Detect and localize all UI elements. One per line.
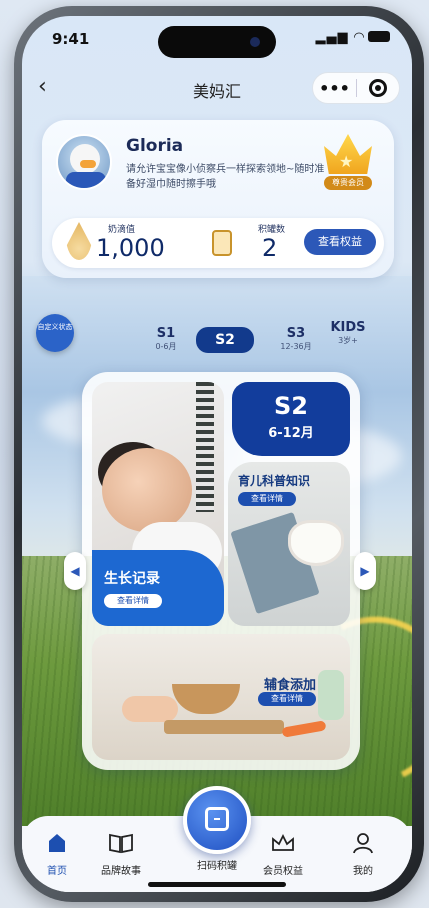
stage-tab-s3[interactable]: S3 12-36月 bbox=[272, 326, 320, 352]
stage-content-panel: 生长记录 查看详情 S2 6-12月 育儿科普知识 查看详情 辅食添加 查看详情 bbox=[82, 372, 360, 770]
food-title: 辅食添加 bbox=[263, 678, 316, 693]
nav-bar: ‹ 美妈汇 ••• bbox=[22, 68, 412, 112]
more-icon[interactable]: ••• bbox=[313, 79, 356, 98]
science-title: 育儿科普知识 bbox=[238, 474, 311, 488]
signal-wifi-battery-icon: ▂▄▆ ◠ bbox=[315, 30, 390, 45]
status-bar: 9:41 ▂▄▆ ◠ bbox=[22, 16, 412, 60]
stage-label-tile: S2 6-12月 bbox=[232, 382, 350, 456]
next-arrow-icon[interactable]: ▶ bbox=[354, 552, 376, 590]
prev-arrow-icon[interactable]: ◀ bbox=[64, 552, 86, 590]
scan-icon bbox=[205, 807, 229, 831]
stage-tab-s1[interactable]: S1 0-6月 bbox=[148, 326, 184, 352]
parenting-science-tile[interactable]: 育儿科普知识 查看详情 bbox=[228, 462, 350, 626]
book-icon bbox=[86, 832, 156, 856]
can-icon bbox=[212, 230, 232, 256]
tab-mine[interactable]: 我的 bbox=[328, 832, 398, 877]
user-icon bbox=[328, 832, 398, 856]
cans-value: 2 bbox=[262, 234, 278, 262]
growth-record-title: 生长记录 bbox=[104, 571, 160, 587]
scan-button[interactable] bbox=[183, 786, 251, 854]
view-benefits-button[interactable]: 查看权益 bbox=[304, 229, 376, 255]
dynamic-island bbox=[158, 26, 276, 58]
complementary-food-tile[interactable]: 辅食添加 查看详情 bbox=[92, 634, 350, 760]
member-badge: 尊贵会员 bbox=[324, 176, 372, 190]
milk-value: 1,000 bbox=[96, 234, 165, 262]
home-icon bbox=[22, 832, 92, 856]
status-time: 9:41 bbox=[52, 30, 90, 48]
milk-drop-icon bbox=[66, 222, 92, 260]
tab-home[interactable]: 首页 bbox=[22, 832, 92, 877]
stage-tab-s2[interactable]: S2 bbox=[196, 327, 254, 353]
avatar[interactable] bbox=[56, 134, 112, 190]
close-target-icon[interactable] bbox=[357, 79, 399, 97]
custom-status-button[interactable]: 自定义状态 bbox=[36, 314, 74, 352]
points-bar: 奶滴值 1,000 积罐数 2 查看权益 bbox=[52, 218, 384, 268]
app-screen: 9:41 ▂▄▆ ◠ ‹ 美妈汇 ••• Gloria 请允许宝宝像小侦察兵一样… bbox=[22, 16, 412, 892]
stage-tab-kids[interactable]: KIDS 3岁+ bbox=[328, 320, 368, 346]
stage-range-label: 6-12月 bbox=[268, 426, 314, 441]
crown-outline-icon bbox=[248, 832, 318, 856]
crown-icon[interactable]: ★ 尊贵会员 bbox=[320, 128, 376, 190]
miniapp-capsule: ••• bbox=[312, 72, 400, 104]
profile-card: Gloria 请允许宝宝像小侦察兵一样探索领地~随时准备好湿巾随时擦手哦 ★ 尊… bbox=[42, 120, 394, 278]
food-details-button[interactable]: 查看详情 bbox=[258, 692, 316, 706]
profile-slogan: 请允许宝宝像小侦察兵一样探索领地~随时准备好湿巾随时擦手哦 bbox=[126, 164, 325, 190]
growth-record-tile[interactable]: 生长记录 查看详情 bbox=[92, 382, 224, 626]
growth-details-button[interactable]: 查看详情 bbox=[104, 594, 162, 608]
science-details-button[interactable]: 查看详情 bbox=[238, 492, 296, 506]
home-indicator bbox=[148, 882, 286, 887]
scan-label: 扫码积罐 bbox=[197, 861, 237, 872]
user-name: Gloria bbox=[126, 136, 184, 156]
stage-big-label: S2 bbox=[274, 392, 308, 420]
tab-brand-story[interactable]: 品牌故事 bbox=[86, 832, 156, 877]
